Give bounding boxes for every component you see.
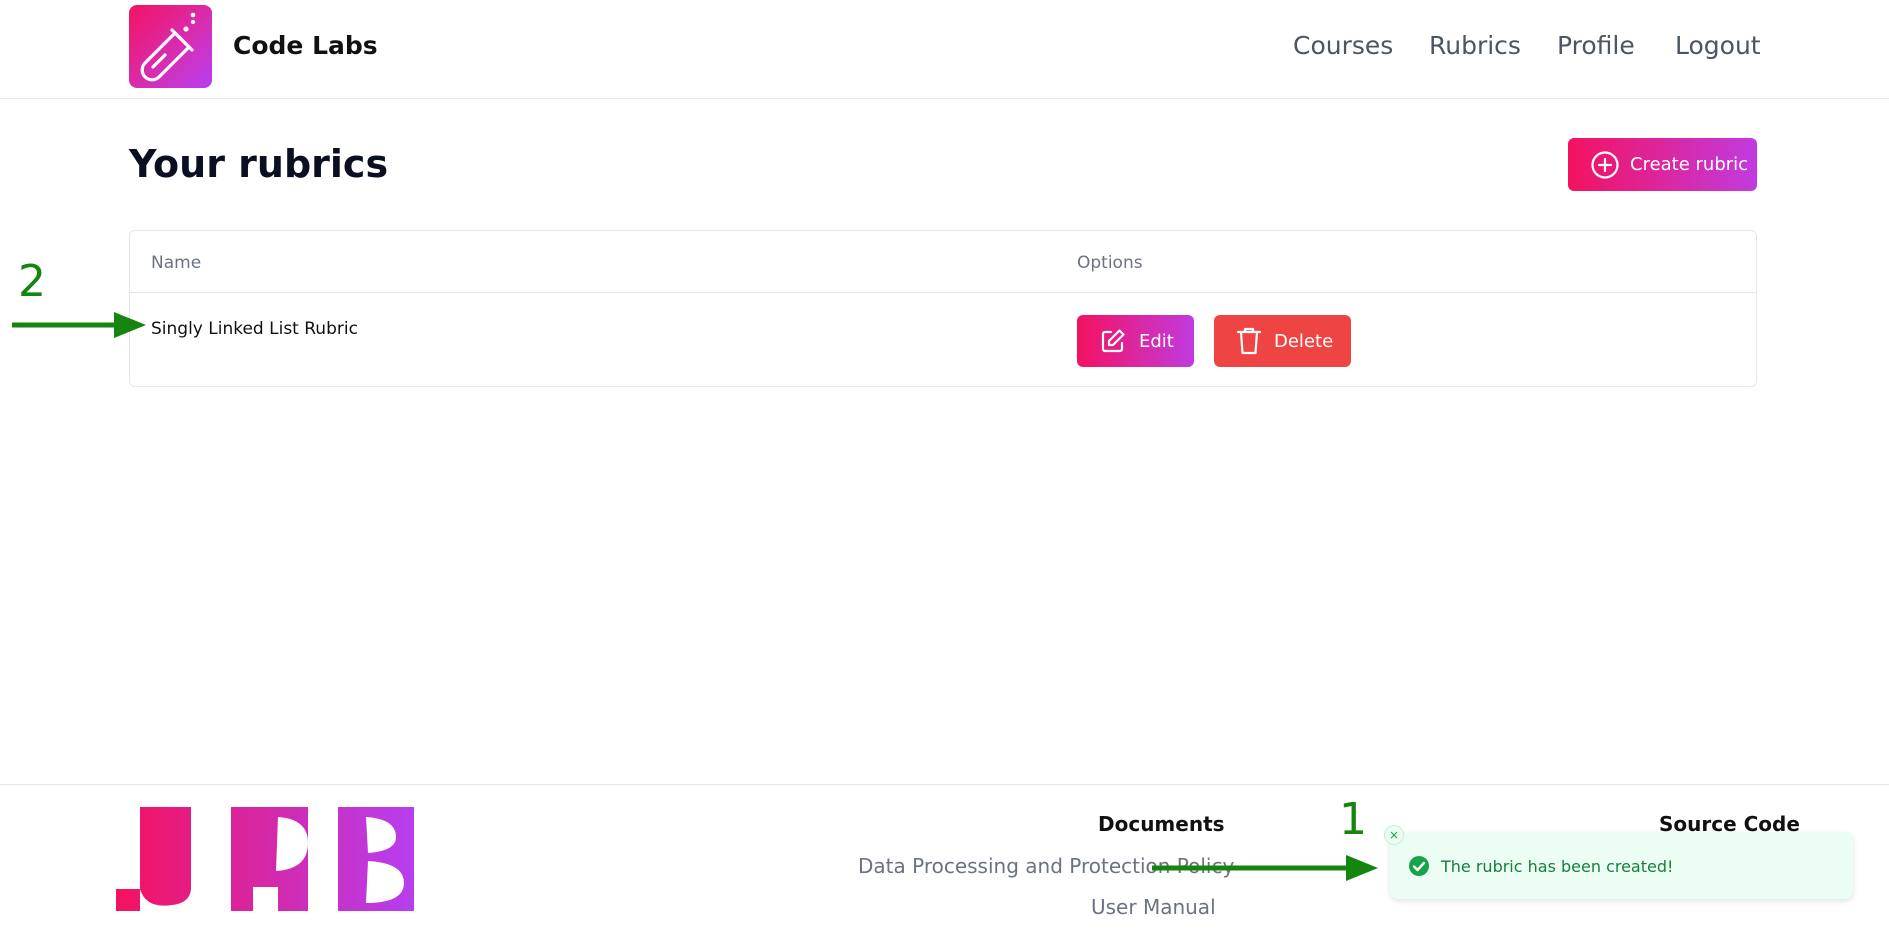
nav-courses[interactable]: Courses <box>1293 31 1393 60</box>
edit-label: Edit <box>1139 330 1174 352</box>
table-divider <box>130 292 1756 293</box>
nav-profile[interactable]: Profile <box>1557 31 1635 60</box>
app-logo[interactable] <box>129 5 212 88</box>
column-header-options: Options <box>1077 253 1143 273</box>
top-navbar: Code Labs Courses Rubrics Profile Logout <box>0 0 1889 99</box>
nav-logout[interactable]: Logout <box>1675 31 1761 60</box>
edit-icon <box>1101 329 1125 353</box>
page-title: Your rubrics <box>129 142 389 186</box>
annotation-arrow-2 <box>12 312 146 338</box>
rubrics-table: Name Options Singly Linked List Rubric E… <box>129 230 1757 387</box>
annotation-number-1: 1 <box>1339 794 1367 845</box>
documents-heading: Documents <box>1098 812 1225 836</box>
rubric-name-cell: Singly Linked List Rubric <box>151 319 358 339</box>
test-tube-icon <box>140 12 196 82</box>
delete-button[interactable]: Delete <box>1214 315 1351 367</box>
user-manual-link[interactable]: User Manual <box>1091 895 1216 919</box>
university-logo <box>116 807 414 911</box>
annotation-arrow-1 <box>1152 855 1378 881</box>
create-rubric-button[interactable]: Create rubric <box>1568 138 1757 191</box>
check-circle-icon <box>1409 856 1429 876</box>
close-icon[interactable]: × <box>1384 825 1404 845</box>
toast-message: The rubric has been created! <box>1441 857 1674 876</box>
column-header-name: Name <box>151 253 202 273</box>
nav-rubrics[interactable]: Rubrics <box>1429 31 1521 60</box>
annotation-number-2: 2 <box>18 256 46 307</box>
trash-icon <box>1236 327 1262 355</box>
delete-label: Delete <box>1274 330 1334 352</box>
plus-circle-icon <box>1591 150 1619 179</box>
edit-button[interactable]: Edit <box>1077 315 1194 367</box>
brand-name[interactable]: Code Labs <box>233 31 378 60</box>
create-rubric-label: Create rubric <box>1630 154 1749 175</box>
